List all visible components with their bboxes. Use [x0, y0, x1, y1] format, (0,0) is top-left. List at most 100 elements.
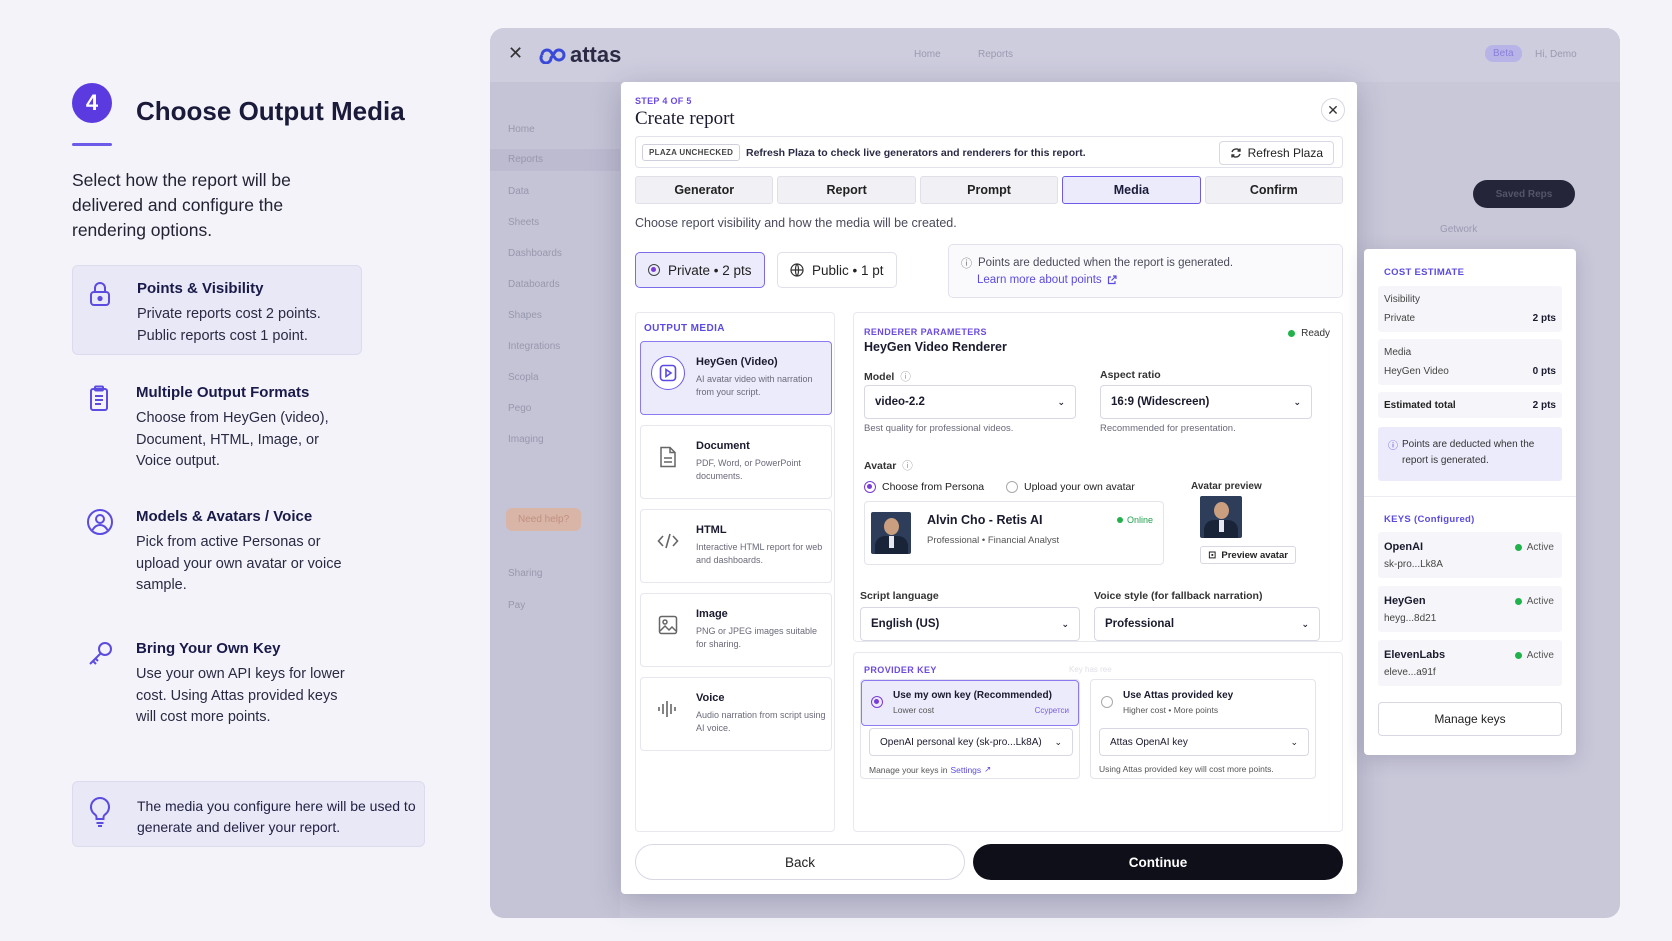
side-item[interactable]: Data — [508, 186, 529, 197]
output-media-panel: OUTPUT MEDIA HeyGen (Video) AI avatar vi… — [635, 312, 835, 832]
avatar-option-persona[interactable]: Choose from Persona — [864, 481, 984, 493]
key-status: Active — [1514, 650, 1554, 661]
side-item[interactable]: Imaging — [508, 434, 544, 445]
side-item[interactable]: Sheets — [508, 217, 539, 228]
chevron-down-icon: ⌄ — [1061, 618, 1069, 629]
info-icon: ⓘ — [1388, 441, 1398, 452]
side-item[interactable]: Pego — [508, 403, 531, 414]
cost-visibility-row: Visibility Private 2 pts — [1378, 286, 1562, 332]
feature-desc: Use your own API keys for lower cost. Us… — [136, 666, 345, 725]
continue-button[interactable]: Continue — [973, 844, 1343, 880]
side-item[interactable]: Integrations — [508, 341, 560, 352]
external-link-icon — [1107, 275, 1117, 285]
plaza-banner: PLAZA UNCHECKED Refresh Plaza to check l… — [635, 136, 1343, 168]
media-option-voice[interactable]: Voice Audio narration from script using … — [640, 677, 832, 751]
feature-desc: Pick from active Personas or upload your… — [136, 534, 342, 593]
visibility-private-option[interactable]: Private • 2 pts — [635, 252, 765, 288]
media-name: HeyGen (Video) — [696, 356, 778, 368]
model-hint: Best quality for professional videos. — [864, 423, 1014, 434]
key-row-elevenlabs: ElevenLabs eleve...a91f Active — [1378, 640, 1562, 686]
nav-reports[interactable]: Reports — [978, 49, 1013, 60]
side-item[interactable]: Dashboards — [508, 248, 562, 259]
plaza-status-badge: PLAZA UNCHECKED — [642, 144, 741, 161]
settings-link[interactable]: Settings — [950, 765, 981, 775]
back-button[interactable]: Back — [635, 844, 965, 880]
script-language-label: Script language — [860, 590, 939, 602]
attas-key-select[interactable]: Attas OpenAI key ⌄ — [1099, 728, 1309, 756]
refresh-plaza-button[interactable]: Refresh Plaza — [1218, 141, 1334, 165]
row-key: Private — [1384, 313, 1416, 324]
row-label: Visibility — [1384, 294, 1420, 305]
select-value: English (US) — [871, 618, 940, 630]
side-item-active[interactable]: Reports — [490, 149, 620, 171]
feature-title: Multiple Output Formats — [136, 384, 310, 401]
user-menu[interactable]: Hi, Demo — [1535, 49, 1577, 60]
row-value: 0 pts — [1532, 366, 1556, 377]
key-value: eleve...a91f — [1384, 667, 1436, 678]
info-icon: ⓘ — [900, 371, 911, 383]
bg-saved-button[interactable]: Saved Reps — [1473, 180, 1575, 208]
media-option-document[interactable]: Document PDF, Word, or PowerPoint docume… — [640, 425, 832, 499]
key-value: sk-pro...Lk8A — [1384, 559, 1443, 570]
side-item[interactable]: Databoards — [508, 279, 560, 290]
side-item[interactable]: Shapes — [508, 310, 542, 321]
step-intro: Select how the report will be delivered … — [72, 170, 291, 240]
note-text: Points are deducted when the report is g… — [1402, 439, 1535, 466]
script-language-select[interactable]: English (US) ⌄ — [860, 607, 1080, 641]
tab-prompt[interactable]: Prompt — [919, 176, 1059, 204]
nav-home[interactable]: Home — [914, 49, 941, 60]
modal-close-button[interactable]: ✕ — [1321, 98, 1345, 122]
status-dot — [1288, 330, 1296, 337]
persona-card[interactable]: Alvin Cho - Retis AI Professional • Fina… — [864, 501, 1164, 565]
tab-generator[interactable]: Generator — [635, 176, 774, 204]
tab-media[interactable]: Media — [1062, 176, 1201, 204]
aspect-hint: Recommended for presentation. — [1100, 423, 1236, 434]
media-desc: PNG or JPEG images suitable for sharing. — [696, 626, 818, 649]
side-item[interactable]: Home — [508, 124, 535, 135]
own-key-select[interactable]: OpenAI personal key (sk-pro...Lk8A) ⌄ — [869, 728, 1073, 756]
media-desc: AI avatar video with narration from your… — [696, 374, 813, 397]
cost-header: COST ESTIMATE — [1384, 267, 1465, 278]
cost-media-row: Media HeyGen Video 0 pts — [1378, 339, 1562, 385]
side-item[interactable]: Sharing — [508, 568, 542, 579]
learn-more-points-link[interactable]: Learn more about points — [977, 274, 1117, 286]
preview-avatar-button[interactable]: ⊡ Preview avatar — [1200, 546, 1296, 564]
model-select[interactable]: video-2.2 ⌄ — [864, 385, 1076, 419]
feature-points-visibility: Points & Visibility Private reports cost… — [72, 265, 362, 355]
help-button[interactable]: Need help? — [506, 508, 582, 531]
own-key-title: Use my own key (Recommended) — [893, 690, 1052, 701]
info-icon: ⓘ — [961, 258, 972, 270]
visibility-public-option[interactable]: Public • 1 pt — [777, 252, 897, 288]
refresh-label: Refresh Plaza — [1247, 146, 1323, 160]
voice-style-select[interactable]: Professional ⌄ — [1094, 607, 1320, 641]
feature-output-formats: Multiple Output Formats Choose from HeyG… — [72, 370, 362, 470]
tab-confirm[interactable]: Confirm — [1204, 176, 1344, 204]
attas-key-option[interactable]: Use Attas provided key Higher cost • Mor… — [1090, 679, 1316, 779]
step-number-badge: 4 — [72, 83, 112, 123]
feature-desc: Private reports cost 2 points. Public re… — [137, 306, 321, 344]
radio-selected — [871, 696, 883, 708]
media-option-image[interactable]: Image PNG or JPEG images suitable for sh… — [640, 593, 832, 667]
side-item[interactable]: Scopla — [508, 372, 539, 383]
avatar-option-upload[interactable]: Upload your own avatar — [1006, 481, 1135, 493]
tab-report[interactable]: Report — [777, 176, 916, 204]
manage-keys-button[interactable]: Manage keys — [1378, 702, 1562, 736]
refresh-icon — [1230, 148, 1241, 158]
media-desc: Interactive HTML report for web and dash… — [696, 542, 823, 565]
side-item[interactable]: Pay — [508, 600, 525, 611]
media-option-heygen[interactable]: HeyGen (Video) AI avatar video with narr… — [640, 341, 832, 415]
status-text: Ready — [1301, 328, 1330, 339]
persona-status: Online — [1116, 515, 1153, 525]
aspect-ratio-select[interactable]: 16:9 (Widescreen) ⌄ — [1100, 385, 1312, 419]
key-name: OpenAI — [1384, 541, 1424, 553]
waveform-icon — [651, 692, 685, 726]
row-label: Estimated total — [1384, 400, 1456, 411]
media-option-html[interactable]: HTML Interactive HTML report for web and… — [640, 509, 832, 583]
key-value: heyg...8d21 — [1384, 613, 1437, 624]
private-label: Private • 2 pts — [668, 262, 752, 278]
close-icon[interactable]: ✕ — [508, 43, 523, 64]
own-key-option[interactable]: Use my own key (Recommended) Lower cost … — [860, 679, 1080, 779]
lock-icon — [87, 280, 115, 308]
key-name: HeyGen — [1384, 595, 1426, 607]
public-label: Public • 1 pt — [812, 262, 884, 278]
